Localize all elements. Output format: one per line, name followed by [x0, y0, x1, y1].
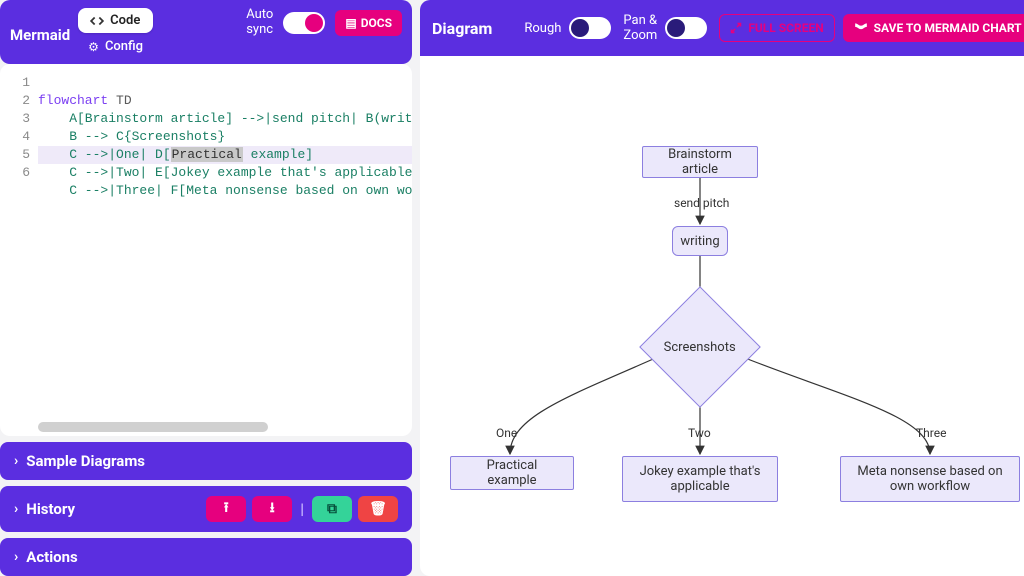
line-gutter: 123456 [0, 70, 38, 436]
accordion-label: History [26, 500, 75, 518]
accordion-actions[interactable]: › Actions [0, 538, 412, 576]
code-icon [90, 14, 104, 28]
save-chart-label: SAVE TO MERMAID CHART [874, 21, 1022, 35]
node-meta[interactable]: Meta nonsense based on own workflow [840, 456, 1020, 502]
download-icon: ⭳ [270, 497, 275, 521]
accordion-label: Actions [26, 548, 78, 566]
fullscreen-button[interactable]: FULL SCREEN [719, 14, 834, 42]
chevron-right-icon: › [14, 549, 18, 565]
book-icon: ▤ [345, 16, 356, 30]
edge-label-send-pitch: send pitch [674, 196, 729, 210]
accordion-sample-diagrams[interactable]: › Sample Diagrams [0, 442, 412, 480]
copy-icon: ⧉ [327, 501, 337, 517]
edge-label-one: One [496, 426, 517, 440]
separator: | [298, 500, 306, 518]
upload-icon: ⭱ [224, 497, 229, 521]
edge-label-two: Two [688, 426, 711, 440]
save-chart-button[interactable]: SAVE TO MERMAID CHART [843, 14, 1024, 42]
node-writing[interactable]: writing [672, 226, 728, 256]
trash-icon: 🗑 [369, 501, 387, 517]
gear-icon: ⚙ [88, 40, 99, 54]
fullscreen-label: FULL SCREEN [748, 21, 823, 35]
brand-title: Mermaid [10, 26, 70, 44]
upload-button[interactable]: ⭱ [206, 496, 246, 522]
node-jokey[interactable]: Jokey example that's applicable [622, 456, 778, 502]
chevron-right-icon: › [14, 501, 18, 517]
tab-config[interactable]: ⚙ Config [78, 35, 153, 58]
expand-icon [730, 22, 742, 34]
accordion-label: Sample Diagrams [26, 452, 145, 470]
tab-config-label: Config [105, 39, 143, 54]
horizontal-scrollbar[interactable] [38, 422, 268, 432]
mermaid-icon [854, 22, 868, 34]
edge-label-three: Three [916, 426, 946, 440]
node-brainstorm[interactable]: Brainstorm article [642, 146, 758, 178]
copy-button[interactable]: ⧉ [312, 496, 352, 522]
autosync-label: Auto sync [246, 8, 273, 38]
panzoom-label: Pan & Zoom [623, 13, 657, 43]
download-button[interactable]: ⭳ [252, 496, 292, 522]
code-editor[interactable]: 123456 flowchart TD A[Brainstorm article… [0, 64, 412, 436]
diagram-canvas[interactable]: Brainstorm article send pitch writing Sc… [420, 56, 1024, 576]
node-practical[interactable]: Practical example [450, 456, 574, 490]
chevron-right-icon: › [14, 453, 18, 469]
rough-label: Rough [524, 21, 561, 36]
tab-code-label: Code [110, 13, 140, 28]
tab-code[interactable]: Code [78, 8, 153, 33]
history-actions: ⭱ ⭳ | ⧉ 🗑 [206, 496, 398, 522]
code-area[interactable]: flowchart TD A[Brainstorm article] -->|s… [38, 70, 412, 436]
diagram-title: Diagram [432, 19, 492, 38]
docs-button[interactable]: ▤ DOCS [335, 10, 402, 36]
diagram-panel-header: Diagram Rough Pan & Zoom FULL SCREEN SAV… [420, 0, 1024, 56]
rough-toggle[interactable] [569, 17, 611, 39]
accordion-history[interactable]: › History ⭱ ⭳ | ⧉ 🗑 [0, 486, 412, 532]
autosync-toggle[interactable] [283, 12, 325, 34]
panzoom-toggle[interactable] [665, 17, 707, 39]
delete-button[interactable]: 🗑 [358, 496, 398, 522]
docs-label: DOCS [361, 16, 392, 30]
mermaid-panel-header: Mermaid Code ⚙ Config Auto sync ▤ DOCS [0, 0, 412, 64]
